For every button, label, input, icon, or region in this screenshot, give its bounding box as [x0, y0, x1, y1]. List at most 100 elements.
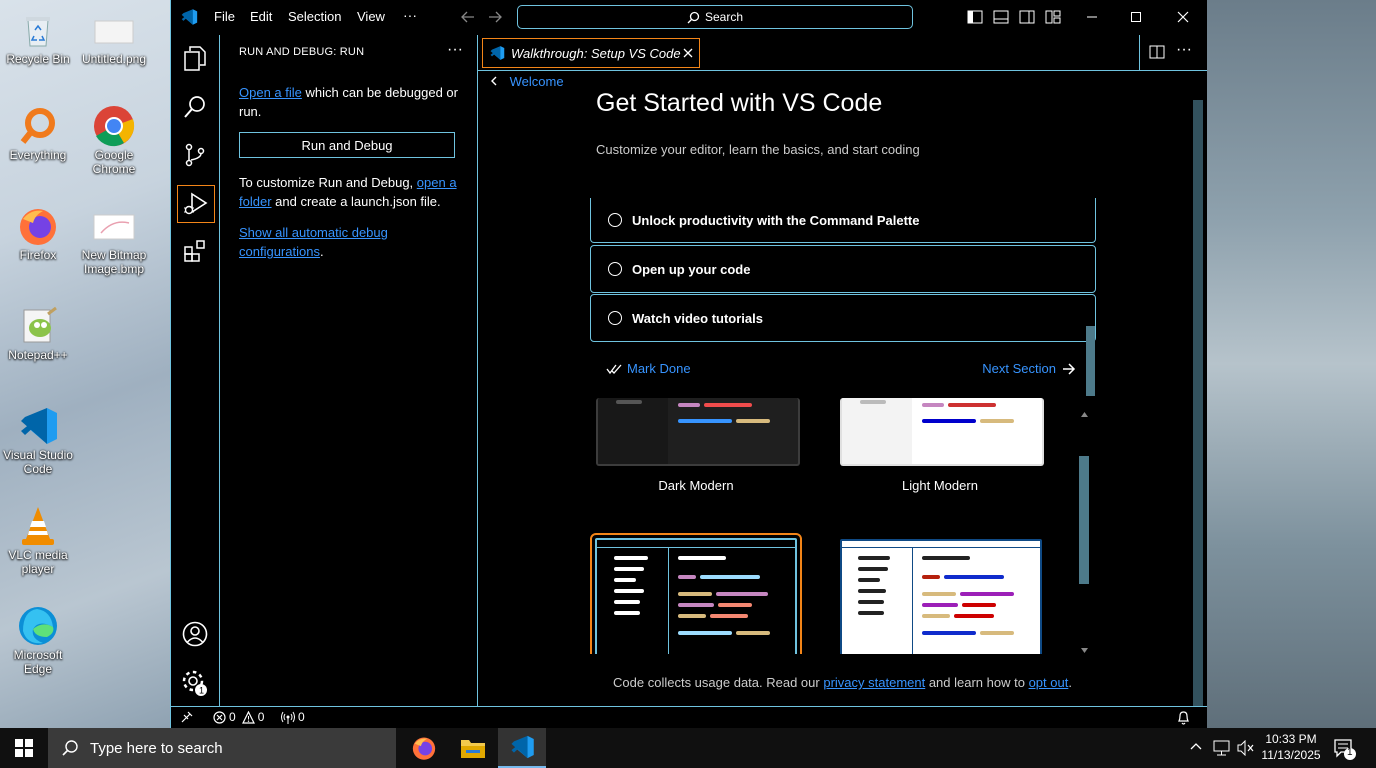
show-debug-configurations-link[interactable]: Show all automatic debug configurations — [239, 225, 388, 259]
taskbar-file-explorer[interactable] — [449, 728, 497, 768]
volume-muted-icon[interactable] — [1237, 740, 1255, 756]
desktop-icon-label: New Bitmap Image.bmp — [81, 248, 147, 276]
menu-view[interactable]: View — [357, 9, 385, 24]
notification-center-icon[interactable]: 1 — [1334, 738, 1356, 760]
accounts-icon[interactable] — [177, 616, 213, 652]
preview-line — [614, 567, 644, 571]
system-clock[interactable]: 10:33 PM 11/13/2025 — [1256, 731, 1326, 763]
recycle-bin-icon — [16, 10, 60, 50]
close-tab-icon[interactable] — [683, 48, 693, 58]
next-section-button[interactable]: Next Section — [982, 361, 1076, 376]
menu-more[interactable]: ··· — [403, 7, 417, 23]
editor-more-actions-icon[interactable]: ··· — [1176, 41, 1192, 59]
desktop-icon-everything[interactable]: Everything — [0, 106, 76, 162]
manage-gear-icon[interactable]: 1 — [177, 665, 213, 701]
close-window-icon[interactable] — [1174, 8, 1192, 26]
start-button[interactable] — [0, 728, 48, 768]
mark-done-button[interactable]: Mark Done — [606, 361, 691, 376]
sidebar-title: RUN AND DEBUG: RUN — [239, 46, 365, 58]
preview-line — [922, 631, 976, 635]
desktop-icon-vlc[interactable]: VLC media player — [0, 506, 76, 576]
forward-arrow-icon[interactable] — [486, 8, 504, 26]
chevron-up-icon[interactable] — [1190, 742, 1202, 750]
ports-indicator[interactable]: 0 — [281, 710, 305, 724]
theme-light-high-contrast[interactable] — [840, 539, 1042, 654]
preview-line — [922, 403, 944, 407]
step-command-palette[interactable]: Unlock productivity with the Command Pal… — [590, 198, 1096, 243]
privacy-statement-link[interactable]: privacy statement — [823, 675, 925, 690]
preview-line — [858, 578, 880, 582]
preview-line — [858, 556, 890, 560]
explorer-icon[interactable] — [177, 41, 213, 77]
preview-line — [922, 592, 956, 596]
broadcast-icon — [281, 711, 295, 724]
steps-scrollbar[interactable] — [1086, 326, 1095, 396]
menu-file[interactable]: File — [214, 9, 235, 24]
tab-walkthrough[interactable]: Walkthrough: Setup VS Code — [482, 38, 700, 68]
step-video-tutorials[interactable]: Watch video tutorials — [590, 294, 1096, 342]
extensions-icon[interactable] — [177, 233, 213, 269]
opt-out-link[interactable]: opt out — [1029, 675, 1069, 690]
breadcrumb-label: Welcome — [509, 74, 564, 89]
maximize-icon[interactable] — [1127, 8, 1145, 26]
step-open-code[interactable]: Open up your code — [590, 245, 1096, 293]
search-label: Search — [704, 10, 744, 24]
desktop-icon-recycle-bin[interactable]: Recycle Bin — [0, 10, 76, 66]
customize-layout-icon[interactable] — [1044, 8, 1062, 26]
breadcrumb-welcome[interactable]: Welcome — [490, 74, 564, 89]
theme-scroll-thumb[interactable] — [1079, 456, 1089, 584]
notifications-bell-icon[interactable] — [1177, 711, 1190, 728]
step-radio-icon — [608, 311, 622, 325]
menu-edit[interactable]: Edit — [250, 9, 272, 24]
theme-dark-high-contrast[interactable] — [590, 533, 802, 654]
run-and-debug-button[interactable]: Run and Debug — [239, 132, 455, 158]
desktop-icon-visual-studio-code[interactable]: Visual Studio Code — [0, 406, 76, 476]
desktop-icon-new-bitmap[interactable]: New Bitmap Image.bmp — [76, 206, 152, 276]
scroll-up-arrow-icon[interactable] — [1081, 404, 1088, 422]
error-count: 0 — [229, 710, 236, 724]
toggle-panel-icon[interactable] — [992, 8, 1010, 26]
open-file-link[interactable]: Open a file — [239, 85, 302, 100]
preview-line — [678, 614, 706, 618]
minimize-icon[interactable] — [1083, 8, 1101, 26]
desktop-icon-notepad-plus-plus[interactable]: Notepad++ — [0, 306, 76, 362]
mark-done-label: Mark Done — [627, 361, 691, 376]
preview-line — [736, 419, 770, 423]
theme-light-modern[interactable] — [840, 398, 1044, 466]
editor-tabs: Walkthrough: Setup VS Code ··· — [478, 35, 1207, 71]
toggle-primary-sidebar-icon[interactable] — [966, 8, 984, 26]
desktop-icon-firefox[interactable]: Firefox — [0, 206, 76, 262]
taskbar-vscode[interactable] — [498, 728, 546, 768]
menu-selection[interactable]: Selection — [288, 9, 341, 24]
image-file-icon — [92, 10, 136, 50]
run-and-debug-icon[interactable] — [177, 185, 215, 223]
split-editor-icon[interactable] — [1149, 45, 1165, 59]
preview-line — [948, 403, 996, 407]
customize-prefix: To customize Run and Debug, — [239, 175, 417, 190]
source-control-icon[interactable] — [177, 137, 213, 173]
run-and-debug-sidebar: RUN AND DEBUG: RUN ··· Open a file which… — [220, 35, 478, 706]
search-view-icon[interactable] — [177, 89, 213, 125]
taskbar-search-box[interactable]: Type here to search — [48, 728, 396, 768]
network-icon[interactable] — [1213, 740, 1231, 756]
scroll-down-arrow-icon[interactable] — [1081, 640, 1088, 658]
desktop-icon-google-chrome[interactable]: Google Chrome — [76, 106, 152, 176]
editor-scrollbar[interactable] — [1193, 100, 1203, 706]
theme-scrollbar[interactable] — [1078, 398, 1090, 654]
toggle-secondary-sidebar-icon[interactable] — [1018, 8, 1036, 26]
desktop-icon-label: Firefox — [19, 248, 57, 262]
remote-indicator-icon[interactable] — [181, 711, 193, 726]
sidebar-more-actions[interactable]: ··· — [447, 41, 463, 59]
desktop-icon-label: VLC media player — [8, 548, 68, 576]
command-center-search[interactable]: Search — [517, 5, 913, 29]
desktop-icon-microsoft-edge[interactable]: Microsoft Edge — [0, 606, 76, 676]
theme-dark-modern[interactable] — [596, 398, 800, 466]
taskbar-firefox[interactable] — [400, 728, 448, 768]
preview-line — [944, 575, 1004, 579]
problems-indicator[interactable]: 0 0 — [213, 710, 264, 724]
back-arrow-icon[interactable] — [459, 8, 477, 26]
preview-line — [614, 578, 636, 582]
desktop-icon-untitled-png[interactable]: Untitled.png — [76, 10, 152, 66]
preview-line — [678, 575, 696, 579]
ports-count: 0 — [298, 710, 305, 724]
